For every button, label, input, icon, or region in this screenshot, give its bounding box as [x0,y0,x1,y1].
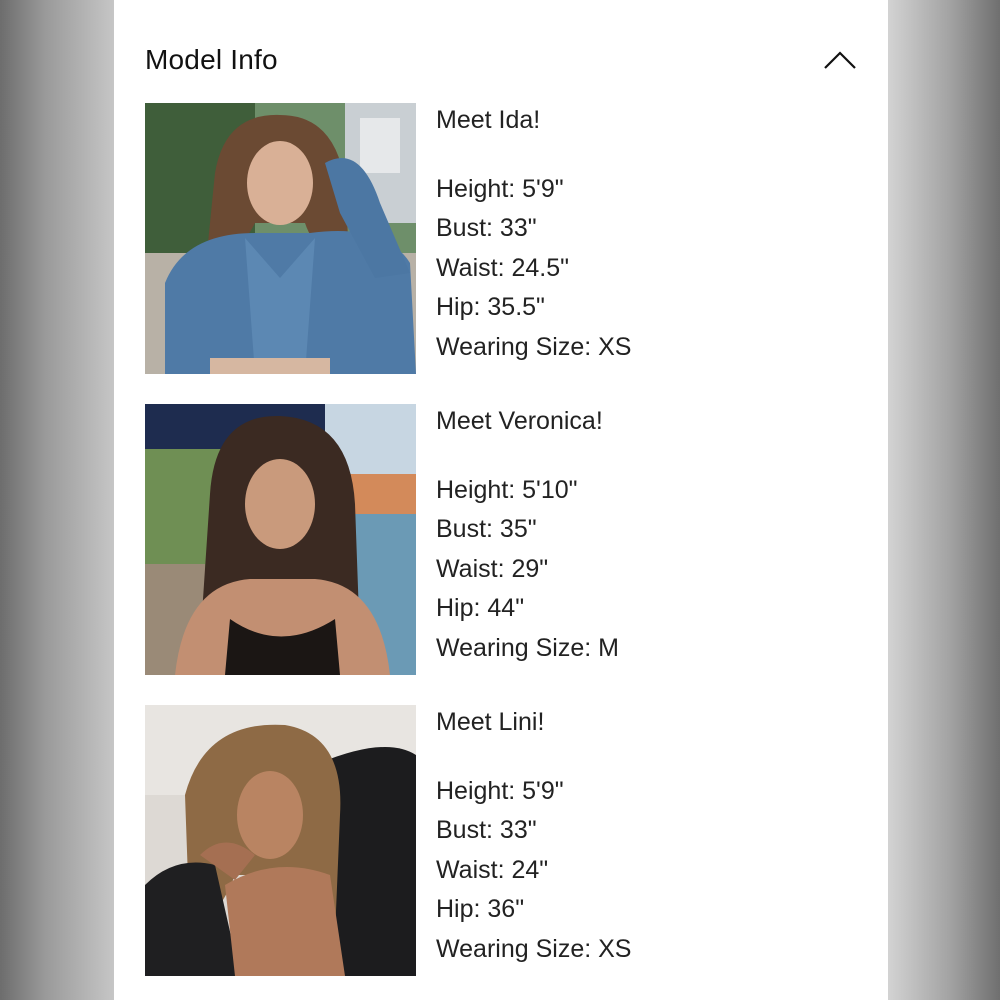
section-title: Model Info [145,44,278,75]
model-details-veronica: Meet Veronica! Height: 5'10" Bust: 35" W… [436,404,836,669]
right-backdrop [888,0,1000,1000]
model-details-lini: Meet Lini! Height: 5'9" Bust: 33" Waist:… [436,705,836,970]
model-wearing-size: Wearing Size: XS [436,934,632,963]
model-card-ida: Meet Ida! Height: 5'9" Bust: 33" Waist: … [145,103,865,375]
model-height: Height: 5'10" [436,475,578,504]
model-hip: Hip: 36" [436,895,525,924]
model-photo-veronica [145,404,416,675]
model-hip: Hip: 35.5" [436,293,545,322]
model-waist: Waist: 24" [436,855,549,884]
model-info-header[interactable]: Model Info [145,40,860,80]
model-wearing-size: Wearing Size: XS [436,332,632,361]
model-bust: Bust: 33" [436,816,537,845]
model-photo-lini [145,705,416,976]
left-backdrop [0,0,114,1000]
model-intro: Meet Lini! [436,708,545,736]
model-card-veronica: Meet Veronica! Height: 5'10" Bust: 35" W… [145,404,865,676]
model-waist: Waist: 29" [436,554,549,583]
model-height: Height: 5'9" [436,776,564,805]
model-intro: Meet Ida! [436,106,541,134]
model-height: Height: 5'9" [436,174,564,203]
chevron-up-icon [824,51,856,69]
model-photo-ida [145,103,416,374]
model-bust: Bust: 33" [436,214,537,243]
model-details-ida: Meet Ida! Height: 5'9" Bust: 33" Waist: … [436,103,836,368]
model-bust: Bust: 35" [436,515,537,544]
model-card-lini: Meet Lini! Height: 5'9" Bust: 33" Waist:… [145,705,865,977]
collapse-toggle[interactable] [820,40,860,80]
model-intro: Meet Veronica! [436,407,603,435]
model-hip: Hip: 44" [436,594,525,623]
model-wearing-size: Wearing Size: M [436,633,619,662]
model-waist: Waist: 24.5" [436,253,569,282]
model-info-panel: Model Info Meet Ida! Height: 5'9" Bust: … [114,0,888,1000]
